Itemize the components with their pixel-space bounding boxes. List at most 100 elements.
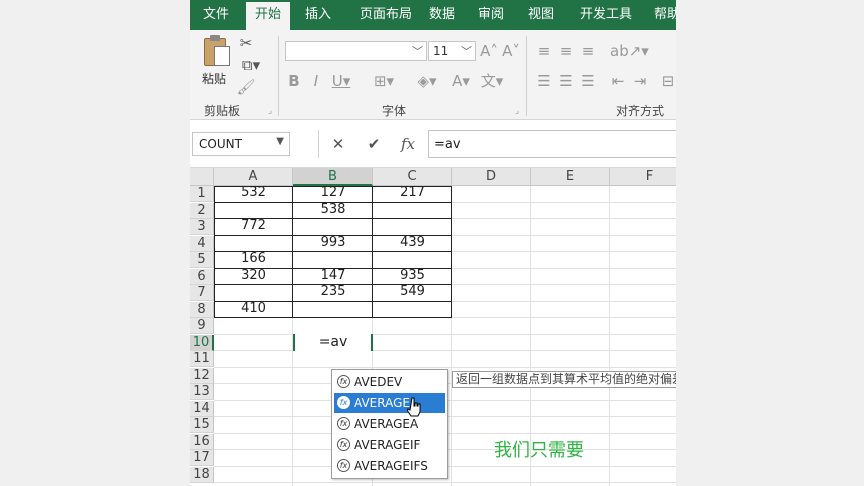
worksheet-grid[interactable]: A B C D E F 1 2 3 4 5 6 7 8 9 10 11 12 13 14 15 16 17 18 532 127 2… — [190, 168, 676, 486]
insert-function-icon[interactable]: fx — [396, 133, 420, 155]
column-header-a[interactable]: A — [214, 168, 293, 186]
autocomplete-item[interactable]: fx AVEDEV — [334, 372, 445, 392]
borders-icon[interactable]: ⊞▾ — [370, 72, 398, 90]
tab-help[interactable]: 帮助 — [645, 0, 676, 30]
column-header-c[interactable]: C — [373, 168, 452, 186]
align-bottom-icon[interactable]: ≡ — [580, 42, 596, 60]
row-header-6[interactable]: 6 — [190, 268, 214, 285]
autocomplete-item-label: AVERAGE — [354, 396, 410, 410]
fill-color-icon[interactable]: ◈▾ — [412, 72, 442, 90]
row-header-3[interactable]: 3 — [190, 219, 214, 236]
gridline-horizontal — [214, 366, 676, 368]
row-header-12[interactable]: 12 — [190, 367, 214, 384]
font-launcher-icon[interactable]: ⌟ — [511, 102, 523, 120]
row-header-9[interactable]: 9 — [190, 318, 214, 335]
formula-input[interactable]: =av — [428, 130, 676, 158]
function-tooltip: 返回一组数据点到其算术平均值的绝对偏差 — [452, 371, 676, 388]
row-header-10[interactable]: 10 — [190, 334, 214, 351]
cell-c1[interactable]: 217 — [373, 185, 452, 201]
autocomplete-item[interactable]: fx AVERAGEIFS — [334, 456, 445, 476]
decrease-font-icon[interactable]: A˅ — [502, 42, 520, 60]
active-cell-b10[interactable]: =av — [293, 334, 373, 351]
chevron-down-icon: ﹀ — [461, 45, 472, 58]
bold-icon[interactable]: B — [286, 72, 302, 90]
cell-b1[interactable]: 127 — [293, 185, 373, 201]
cell-b4[interactable]: 993 — [293, 235, 373, 251]
left-letterbox — [0, 0, 190, 486]
cell-b2[interactable]: 538 — [293, 202, 373, 218]
column-header-d[interactable]: D — [452, 168, 531, 186]
video-caption: 我们只需要 — [494, 440, 584, 461]
align-left-icon[interactable]: ☰ — [536, 72, 552, 90]
decrease-indent-icon[interactable]: ⇤ — [610, 72, 626, 90]
align-top-icon[interactable]: ≡ — [536, 42, 552, 60]
cell-a5[interactable]: 166 — [214, 251, 293, 267]
autocomplete-item[interactable]: fx AVERAGEIF — [334, 435, 445, 455]
column-header-e[interactable]: E — [531, 168, 610, 186]
underline-icon[interactable]: U▾ — [330, 72, 352, 90]
cell-a3[interactable]: 772 — [214, 218, 293, 234]
name-box[interactable]: COUNT ▼ — [192, 132, 290, 156]
row-header-4[interactable]: 4 — [190, 235, 214, 252]
enter-check-icon[interactable]: ✔ — [362, 133, 386, 155]
ribbon: 粘贴 ✂ ⧉▾ 🖌 剪贴板 ⌟ ﹀ 11 ﹀ A˄ A˅ B I U▾ ⊞▾ ◈… — [190, 30, 676, 120]
phonetic-icon[interactable]: 文▾ — [480, 72, 504, 90]
cell-a8[interactable]: 410 — [214, 301, 293, 317]
tab-view[interactable]: 视图 — [519, 0, 563, 30]
row-header-7[interactable]: 7 — [190, 285, 214, 302]
merge-center-icon[interactable]: ⊟ — [660, 72, 676, 90]
align-right-icon[interactable]: ☰ — [580, 72, 596, 90]
font-color-icon[interactable]: A▾ — [446, 72, 476, 90]
column-header-b[interactable]: B — [293, 168, 373, 186]
font-name-combo[interactable]: ﹀ — [285, 41, 427, 61]
function-icon: fx — [337, 375, 350, 388]
cancel-icon[interactable]: ✕ — [326, 133, 350, 155]
cell-c6[interactable]: 935 — [373, 268, 452, 284]
tab-review[interactable]: 审阅 — [469, 0, 513, 30]
cell-a6[interactable]: 320 — [214, 268, 293, 284]
active-cell-value: =av — [318, 334, 348, 350]
orientation-icon[interactable]: ab↗▾ — [610, 42, 649, 60]
cell-a1[interactable]: 532 — [214, 185, 293, 201]
name-box-value: COUNT — [199, 137, 242, 151]
format-painter-icon[interactable]: 🖌 — [236, 78, 256, 96]
row-header-13[interactable]: 13 — [190, 384, 214, 401]
increase-indent-icon[interactable]: ⇥ — [632, 72, 648, 90]
italic-icon[interactable]: I — [308, 72, 324, 90]
row-header-2[interactable]: 2 — [190, 202, 214, 219]
tab-home[interactable]: 开始 — [246, 0, 290, 30]
formula-input-value: =av — [434, 137, 461, 152]
select-all-corner[interactable] — [190, 168, 214, 186]
row-header-14[interactable]: 14 — [190, 400, 214, 417]
row-header-5[interactable]: 5 — [190, 252, 214, 269]
cell-b6[interactable]: 147 — [293, 268, 373, 284]
cell-c7[interactable]: 549 — [373, 284, 452, 300]
column-header-f[interactable]: F — [610, 168, 676, 186]
cut-icon[interactable]: ✂ — [236, 34, 256, 52]
increase-font-icon[interactable]: A˄ — [480, 42, 498, 60]
row-header-11[interactable]: 11 — [190, 351, 214, 368]
chevron-down-icon: ﹀ — [412, 45, 423, 58]
row-header-15[interactable]: 15 — [190, 417, 214, 434]
clipboard-launcher-icon[interactable]: ⌟ — [264, 102, 276, 120]
row-header-8[interactable]: 8 — [190, 301, 214, 318]
tab-insert[interactable]: 插入 — [296, 0, 340, 30]
row-header-16[interactable]: 16 — [190, 433, 214, 450]
cell-c4[interactable]: 439 — [373, 235, 452, 251]
align-center-icon[interactable]: ☰ — [558, 72, 574, 90]
tab-file[interactable]: 文件 — [194, 0, 238, 30]
row-header-18[interactable]: 18 — [190, 466, 214, 483]
row-header-1[interactable]: 1 — [190, 186, 214, 203]
tab-data[interactable]: 数据 — [420, 0, 464, 30]
autocomplete-item[interactable]: fx AVERAGEA — [334, 414, 445, 434]
row-header-17[interactable]: 17 — [190, 450, 214, 467]
align-middle-icon[interactable]: ≡ — [558, 42, 574, 60]
paste-button[interactable]: 粘贴 — [190, 30, 236, 90]
cell-b7[interactable]: 235 — [293, 284, 373, 300]
font-size-combo[interactable]: 11 ﹀ — [428, 41, 476, 61]
tab-page-layout[interactable]: 页面布局 — [350, 0, 422, 30]
autocomplete-item-selected[interactable]: fx AVERAGE — [334, 393, 445, 413]
copy-icon[interactable]: ⧉▾ — [236, 56, 266, 74]
hand-cursor-icon — [407, 397, 421, 417]
tab-developer[interactable]: 开发工具 — [570, 0, 642, 30]
